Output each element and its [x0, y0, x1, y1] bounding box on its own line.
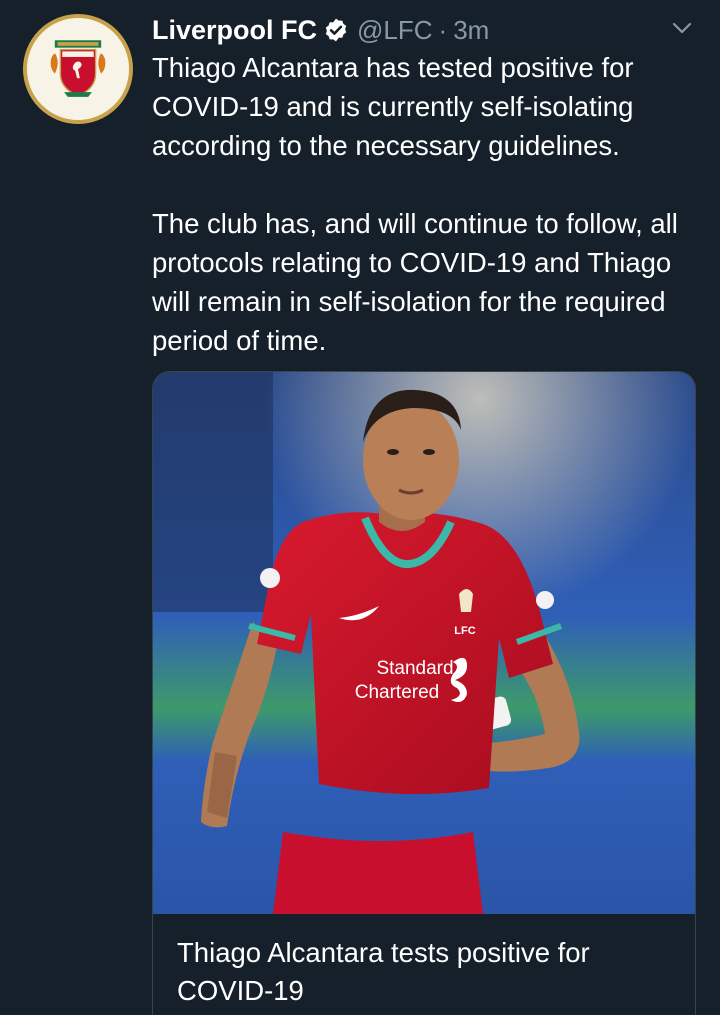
chevron-down-icon[interactable] — [668, 14, 696, 42]
shirt-club-text: LFC — [454, 625, 475, 637]
sponsor-line-1: Standard — [376, 658, 453, 679]
sponsor-line-2: Chartered — [355, 682, 440, 703]
verified-badge-icon — [323, 17, 349, 43]
card-title[interactable]: Thiago Alcantara tests positive for COVI… — [177, 934, 677, 1010]
link-card[interactable]: LFC Standard Chartered Thiago Alcantara … — [152, 371, 696, 1015]
avatar[interactable] — [23, 14, 133, 124]
tweet[interactable]: Liverpool FC @LFC · 3m Thiago Alcantara … — [0, 0, 720, 1015]
tweet-paragraph-2: The club has, and will continue to follo… — [152, 208, 678, 356]
tweet-header: Liverpool FC @LFC · 3m — [152, 10, 700, 50]
player-photo[interactable]: LFC Standard Chartered — [153, 372, 695, 914]
separator-dot: · — [438, 14, 448, 45]
account-name[interactable]: Liverpool FC — [152, 15, 317, 46]
tweet-paragraph-1: Thiago Alcantara has tested positive for… — [152, 52, 634, 161]
lfc-crest-icon — [27, 18, 129, 120]
tweet-timestamp[interactable]: 3m — [453, 15, 489, 46]
tweet-text: Thiago Alcantara has tested positive for… — [152, 48, 712, 360]
account-handle[interactable]: @LFC — [357, 15, 433, 46]
player-image: LFC Standard Chartered — [153, 372, 695, 914]
